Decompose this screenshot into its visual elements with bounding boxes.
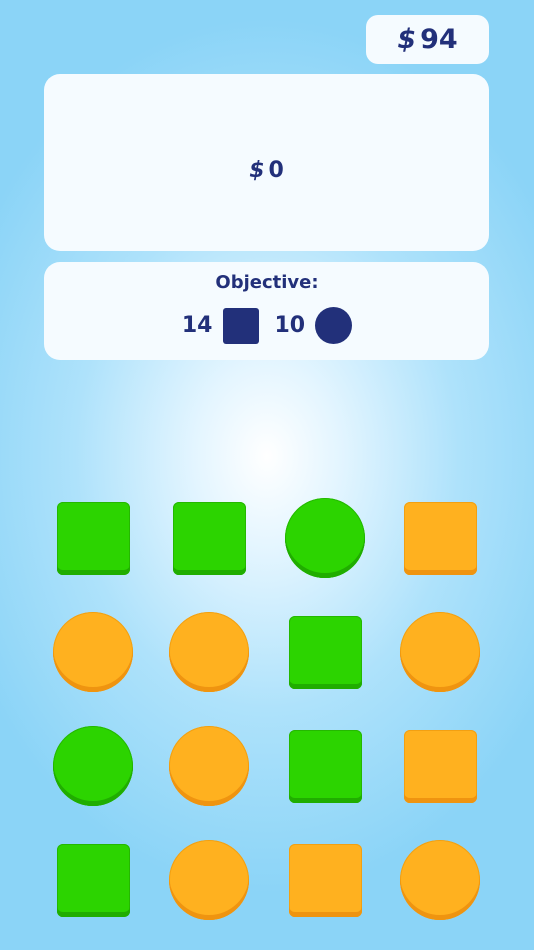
green-circle-tile[interactable] <box>285 498 365 578</box>
green-square-tile[interactable] <box>288 729 362 803</box>
green-circle-tile[interactable] <box>53 726 133 806</box>
game-board <box>0 0 534 950</box>
orange-circle-tile[interactable] <box>169 726 249 806</box>
orange-circle-tile[interactable] <box>169 612 249 692</box>
orange-circle-tile[interactable] <box>400 840 480 920</box>
green-square-tile[interactable] <box>172 501 246 575</box>
green-square-tile[interactable] <box>56 501 130 575</box>
green-square-tile[interactable] <box>288 615 362 689</box>
orange-square-tile[interactable] <box>288 843 362 917</box>
orange-circle-tile[interactable] <box>169 840 249 920</box>
green-square-tile[interactable] <box>56 843 130 917</box>
orange-square-tile[interactable] <box>403 729 477 803</box>
orange-circle-tile[interactable] <box>53 612 133 692</box>
orange-square-tile[interactable] <box>403 501 477 575</box>
orange-circle-tile[interactable] <box>400 612 480 692</box>
